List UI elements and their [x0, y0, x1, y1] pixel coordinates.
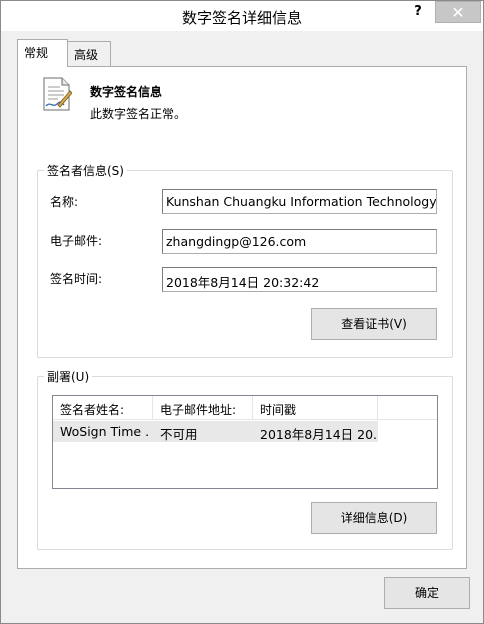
dialog-window: 数字签名详细信息 ? ✕ 常规 高级 数字签名信息 此数字签名正常。 签名者信息…	[0, 0, 484, 624]
countersignatures-legend: 副署(U)	[44, 368, 93, 385]
close-button[interactable]: ✕	[435, 1, 481, 23]
column-signer-name[interactable]: 签名者姓名:	[53, 396, 153, 420]
name-field[interactable]: Kunshan Chuangku Information Technology …	[162, 189, 437, 214]
title-bar: 数字签名详细信息 ? ✕	[1, 1, 483, 31]
name-label: 名称:	[50, 195, 79, 209]
info-status: 此数字签名正常。	[90, 107, 187, 121]
tab-general[interactable]: 常规	[17, 39, 68, 67]
signing-time-label: 签名时间:	[50, 272, 103, 286]
details-button[interactable]: 详细信息(D)	[311, 502, 437, 534]
countersignatures-list[interactable]: 签名者姓名: 电子邮件地址: 时间戳 WoSign Time ... 不可用 2…	[52, 395, 438, 489]
list-item[interactable]: WoSign Time ... 不可用 2018年8月14日 20...	[53, 421, 378, 442]
ok-button[interactable]: 确定	[384, 577, 470, 609]
tab-panel-general: 数字签名信息 此数字签名正常。 签名者信息(S) 名称: Kunshan Chu…	[17, 66, 467, 569]
tab-advanced[interactable]: 高级	[67, 41, 111, 66]
signing-time-field[interactable]: 2018年8月14日 20:32:42	[162, 267, 437, 292]
signer-info-legend: 签名者信息(S)	[44, 162, 127, 179]
row-email: 不可用	[160, 427, 198, 442]
row-timestamp: 2018年8月14日 20...	[260, 427, 378, 442]
help-button[interactable]: ?	[401, 1, 435, 23]
row-signer-name: WoSign Time ...	[60, 424, 150, 439]
signed-document-icon	[43, 77, 72, 111]
list-header: 签名者姓名: 电子邮件地址: 时间戳	[53, 396, 437, 420]
column-timestamp[interactable]: 时间戳	[253, 396, 378, 420]
email-field[interactable]: zhangdingp@126.com	[162, 229, 437, 254]
column-email-address[interactable]: 电子邮件地址:	[153, 396, 253, 420]
email-label: 电子邮件:	[50, 234, 103, 248]
view-certificate-button[interactable]: 查看证书(V)	[311, 308, 437, 340]
info-title: 数字签名信息	[90, 85, 163, 99]
